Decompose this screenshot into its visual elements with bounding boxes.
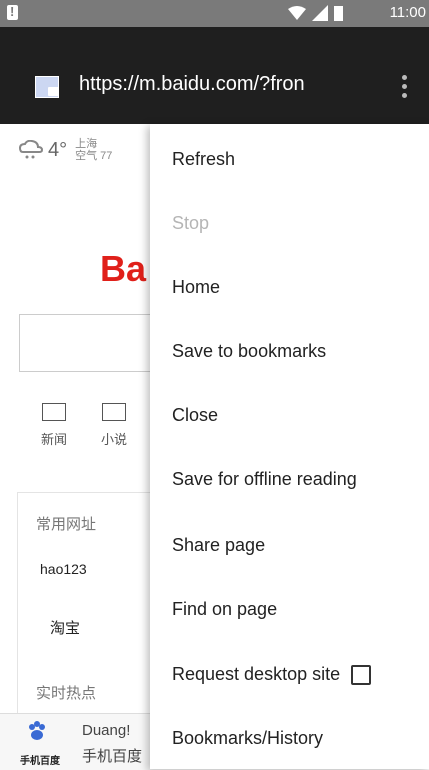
menu-item-share[interactable]: Share page (172, 530, 265, 560)
hot-card: 实时热点 (17, 668, 169, 714)
app-banner-line1: Duang! (82, 722, 131, 739)
menu-item-refresh[interactable]: Refresh (172, 144, 235, 174)
menu-item-save-offline[interactable]: Save for offline reading (172, 464, 357, 494)
wifi-icon (288, 6, 306, 20)
nav-novel[interactable]: 小说 (94, 403, 134, 448)
favorites-title: 常用网址 (36, 516, 97, 533)
lock-icon (48, 87, 59, 96)
menu-item-save-bookmark[interactable]: Save to bookmarks (172, 336, 326, 366)
desktop-site-checkbox[interactable] (351, 665, 372, 686)
nav-news[interactable]: 新闻 (34, 403, 74, 448)
url-bar[interactable]: https://m.baidu.com/?fron (79, 73, 391, 96)
menu-item-find[interactable]: Find on page (172, 594, 277, 624)
baidu-logo: Ba (100, 248, 147, 289)
overflow-menu: Refresh Stop Home Save to bookmarks Clos… (150, 124, 429, 769)
notification-icon (7, 4, 18, 20)
menu-item-desktop-site[interactable]: Request desktop site (172, 659, 372, 689)
status-bar: 11:00 (0, 0, 429, 27)
signal-icon (312, 5, 328, 21)
weather-widget[interactable]: 4° 上海 空气 77 (18, 138, 112, 162)
app-banner-name: 手机百度 (20, 756, 60, 767)
app-banner-line2: 手机百度 (82, 748, 143, 765)
menu-item-desktop-site-label: Request desktop site (172, 664, 341, 684)
menu-item-home[interactable]: Home (172, 272, 220, 302)
favorite-link-hao123[interactable]: hao123 (40, 561, 87, 577)
weather-city: 上海 (75, 138, 98, 150)
favorites-card: 常用网址 hao123 淘宝 (17, 492, 169, 670)
book-icon (102, 403, 126, 421)
hot-title: 实时热点 (36, 685, 97, 702)
more-options-icon[interactable] (400, 73, 408, 99)
baidu-paw-icon (29, 721, 45, 740)
menu-item-close[interactable]: Close (172, 400, 218, 430)
weather-air-quality: 空气 77 (75, 150, 113, 162)
nav-novel-label: 小说 (100, 432, 127, 447)
menu-item-stop: Stop (172, 213, 210, 233)
favorite-link-taobao[interactable]: 淘宝 (50, 617, 80, 638)
battery-icon (334, 6, 343, 21)
weather-temp: 4° (48, 138, 68, 161)
status-time: 11:00 (389, 4, 426, 21)
news-icon (42, 403, 66, 421)
nav-news-label: 新闻 (40, 432, 67, 447)
cloud-icon (18, 140, 44, 159)
menu-item-bookmarks-history[interactable]: Bookmarks/History (172, 723, 323, 753)
